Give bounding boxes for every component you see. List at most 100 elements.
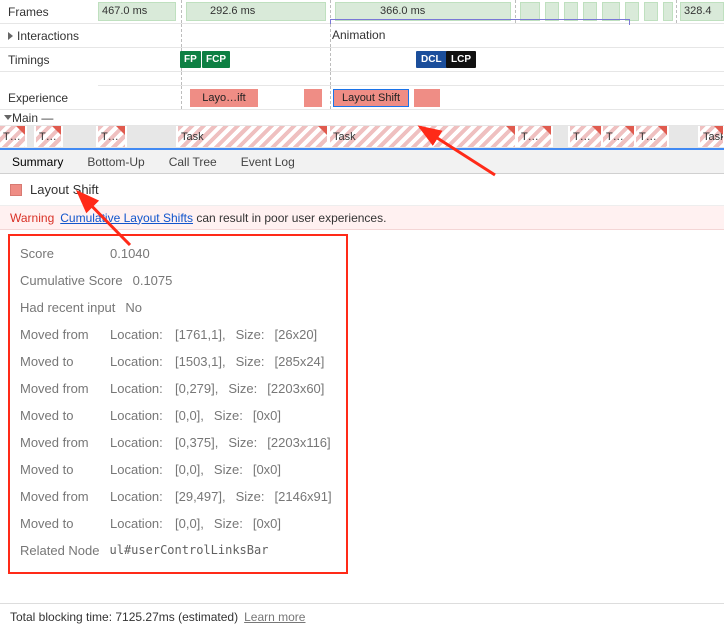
size-value: [2203x116] bbox=[267, 435, 330, 450]
interaction-animation[interactable]: Animation bbox=[332, 28, 385, 42]
task[interactable] bbox=[63, 126, 97, 147]
size-label: Size: bbox=[228, 435, 257, 450]
main-row: Main — bbox=[0, 110, 724, 126]
caret-right-icon[interactable] bbox=[8, 32, 13, 40]
size-label: Size: bbox=[236, 354, 265, 369]
recent-label: Had recent input bbox=[20, 300, 115, 315]
caret-down-icon[interactable] bbox=[4, 115, 12, 120]
moved-to: Moved to bbox=[20, 462, 100, 477]
task-flag-icon bbox=[625, 126, 634, 135]
task[interactable]: T… bbox=[570, 126, 602, 147]
frames-track[interactable]: 467.0 ms 292.6 ms 366.0 ms 328.4 bbox=[98, 0, 724, 23]
task[interactable]: T… bbox=[0, 126, 26, 147]
loc-value: [29,497], bbox=[175, 489, 226, 504]
tasks-row: T… T… T… Task Task T… T… T… T… Task bbox=[0, 126, 724, 148]
size-label: Size: bbox=[214, 462, 243, 477]
loc-label: Location: bbox=[110, 435, 165, 450]
interactions-text: Interactions bbox=[17, 29, 79, 43]
detail-row: Moved from Location: [0,279], Size: [220… bbox=[18, 375, 338, 402]
experience-label: Experience bbox=[0, 86, 98, 109]
loc-label: Location: bbox=[110, 462, 165, 477]
interactions-row: Interactions Animation bbox=[0, 24, 724, 48]
size-label: Size: bbox=[214, 408, 243, 423]
interactions-track[interactable]: Animation bbox=[98, 24, 724, 47]
moved-to: Moved to bbox=[20, 354, 100, 369]
moved-from: Moved from bbox=[20, 435, 100, 450]
experience-track[interactable]: Layo…ift Layout Shift bbox=[98, 86, 724, 109]
detail-box: Score 0.1040 Cumulative Score 0.1075 Had… bbox=[8, 234, 348, 574]
task-flag-icon bbox=[506, 126, 515, 135]
size-label: Size: bbox=[236, 327, 265, 342]
interactions-label: Interactions bbox=[0, 24, 98, 47]
detail-row: Moved to Location: [0,0], Size: [0x0] bbox=[18, 402, 338, 429]
task[interactable] bbox=[127, 126, 177, 147]
summary-title: Layout Shift bbox=[30, 182, 99, 197]
frame-segment[interactable] bbox=[663, 2, 673, 21]
task[interactable] bbox=[553, 126, 569, 147]
task[interactable] bbox=[27, 126, 35, 147]
experience-row: Experience Layo…ift Layout Shift bbox=[0, 86, 724, 110]
fcp-badge[interactable]: FCP bbox=[202, 51, 230, 68]
detail-row: Related Node ul#userControlLinksBar bbox=[18, 537, 338, 564]
frame-segment[interactable] bbox=[186, 2, 326, 21]
lcp-badge[interactable]: LCP bbox=[446, 51, 476, 68]
footer: Total blocking time: 7125.27ms (estimate… bbox=[0, 603, 724, 629]
task[interactable]: T… bbox=[98, 126, 126, 147]
task-flag-icon bbox=[16, 126, 25, 135]
task-flag-icon bbox=[714, 126, 723, 135]
loc-value: [1761,1], bbox=[175, 327, 226, 342]
layout-shift-bar-selected[interactable]: Layout Shift bbox=[333, 89, 409, 107]
layout-shift-bar-small[interactable] bbox=[414, 89, 440, 107]
size-label: Size: bbox=[228, 381, 257, 396]
fp-badge[interactable]: FP bbox=[180, 51, 201, 68]
warning-link[interactable]: Cumulative Layout Shifts bbox=[60, 211, 193, 225]
recent-value: No bbox=[125, 300, 142, 315]
related-node[interactable]: ul#userControlLinksBar bbox=[110, 543, 269, 558]
task[interactable]: Task bbox=[178, 126, 328, 147]
timings-track[interactable]: FP FCP DCL LCP bbox=[98, 48, 724, 71]
detail-row: Score 0.1040 bbox=[18, 240, 338, 267]
task-flag-icon bbox=[318, 126, 327, 135]
frame-segment[interactable] bbox=[644, 2, 658, 21]
loc-label: Location: bbox=[110, 327, 165, 342]
warning-label: Warning bbox=[10, 211, 54, 225]
dcl-badge[interactable]: DCL bbox=[416, 51, 447, 68]
task[interactable]: T… bbox=[36, 126, 62, 147]
frame-time: 328.4 bbox=[684, 5, 712, 17]
task[interactable]: T… bbox=[636, 126, 668, 147]
task-flag-icon bbox=[542, 126, 551, 135]
warning-bar: Warning Cumulative Layout Shifts can res… bbox=[0, 206, 724, 230]
task[interactable]: Task bbox=[330, 126, 516, 147]
task-flag-icon bbox=[116, 126, 125, 135]
moved-from: Moved from bbox=[20, 381, 100, 396]
task[interactable]: Task bbox=[700, 126, 724, 147]
size-value: [0x0] bbox=[253, 462, 281, 477]
main-text: Main bbox=[12, 111, 38, 125]
tasks-track[interactable]: T… T… T… Task Task T… T… T… T… Task bbox=[0, 126, 724, 147]
moved-to: Moved to bbox=[20, 408, 100, 423]
score-value: 0.1040 bbox=[110, 246, 150, 261]
loc-value: [0,0], bbox=[175, 408, 204, 423]
task[interactable]: T… bbox=[603, 126, 635, 147]
task[interactable]: T… bbox=[518, 126, 552, 147]
size-label: Size: bbox=[236, 489, 265, 504]
loc-label: Location: bbox=[110, 381, 165, 396]
task[interactable] bbox=[669, 126, 699, 147]
layout-shift-bar-small[interactable] bbox=[304, 89, 322, 107]
learn-more-link[interactable]: Learn more bbox=[244, 610, 305, 624]
warning-rest: can result in poor user experiences. bbox=[196, 211, 386, 225]
spacer bbox=[0, 72, 724, 86]
tab-bottom-up[interactable]: Bottom-Up bbox=[75, 150, 156, 173]
loc-value: [0,0], bbox=[175, 462, 204, 477]
tab-summary[interactable]: Summary bbox=[0, 150, 75, 173]
size-value: [2146x91] bbox=[275, 489, 332, 504]
frame-time: 467.0 ms bbox=[102, 5, 147, 17]
swatch-icon bbox=[10, 184, 22, 196]
loc-label: Location: bbox=[110, 489, 165, 504]
tab-event-log[interactable]: Event Log bbox=[229, 150, 307, 173]
layout-shift-bar[interactable]: Layo…ift bbox=[190, 89, 258, 107]
loc-label: Location: bbox=[110, 408, 165, 423]
related-label: Related Node bbox=[20, 543, 100, 558]
tab-call-tree[interactable]: Call Tree bbox=[157, 150, 229, 173]
size-value: [26x20] bbox=[275, 327, 318, 342]
